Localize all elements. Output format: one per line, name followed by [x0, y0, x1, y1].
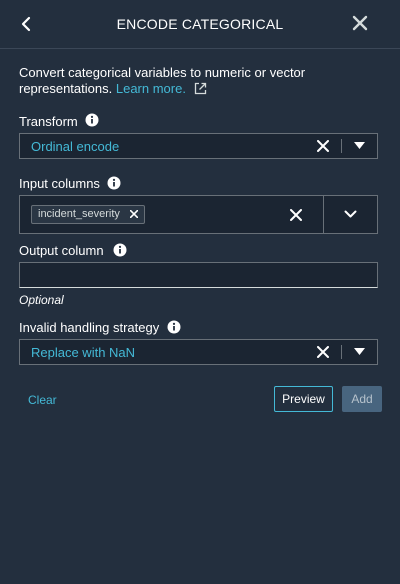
transform-clear-icon[interactable] — [317, 140, 329, 152]
output-column-hint: Optional — [19, 293, 64, 307]
invalid-handling-clear-icon[interactable] — [317, 346, 329, 358]
column-token-label: incident_severity — [38, 208, 120, 220]
transform-label: Transform — [19, 114, 78, 129]
transform-divider — [341, 139, 342, 153]
input-columns-info-icon[interactable] — [107, 176, 121, 190]
learn-more-link[interactable]: Learn more. — [116, 81, 186, 96]
invalid-handling-divider — [341, 345, 342, 359]
clear-button[interactable]: Clear — [28, 393, 57, 407]
add-button[interactable]: Add — [342, 386, 382, 412]
transform-select[interactable]: Ordinal encode — [19, 133, 378, 159]
transform-info-icon[interactable] — [85, 113, 99, 127]
input-columns-divider — [323, 196, 324, 233]
remove-token-icon[interactable] — [129, 210, 138, 218]
external-link-icon[interactable] — [194, 82, 207, 95]
close-icon[interactable] — [350, 13, 370, 33]
input-columns-multiselect[interactable]: incident_severity — [19, 195, 378, 234]
encode-categorical-panel: ENCODE CATEGORICAL Convert categorical v… — [0, 0, 400, 584]
invalid-handling-info-icon[interactable] — [167, 320, 181, 334]
column-token: incident_severity — [31, 205, 145, 224]
output-column-info-icon[interactable] — [113, 243, 127, 257]
invalid-handling-select[interactable]: Replace with NaN — [19, 339, 378, 365]
output-column-input[interactable] — [19, 262, 378, 288]
transform-select-value: Ordinal encode — [31, 139, 120, 154]
input-columns-clear-icon[interactable] — [290, 209, 302, 221]
input-columns-label: Input columns — [19, 176, 100, 191]
invalid-handling-select-value: Replace with NaN — [31, 345, 136, 360]
transform-caret-down-icon[interactable] — [354, 142, 365, 150]
description: Convert categorical variables to numeric… — [19, 65, 359, 97]
output-column-label: Output column — [19, 243, 104, 258]
invalid-handling-label: Invalid handling strategy — [19, 320, 160, 335]
preview-button[interactable]: Preview — [274, 386, 333, 412]
invalid-handling-caret-down-icon[interactable] — [354, 348, 365, 356]
chevron-down-icon[interactable] — [344, 210, 357, 219]
panel-title: ENCODE CATEGORICAL — [116, 16, 284, 32]
panel-header: ENCODE CATEGORICAL — [0, 0, 400, 49]
